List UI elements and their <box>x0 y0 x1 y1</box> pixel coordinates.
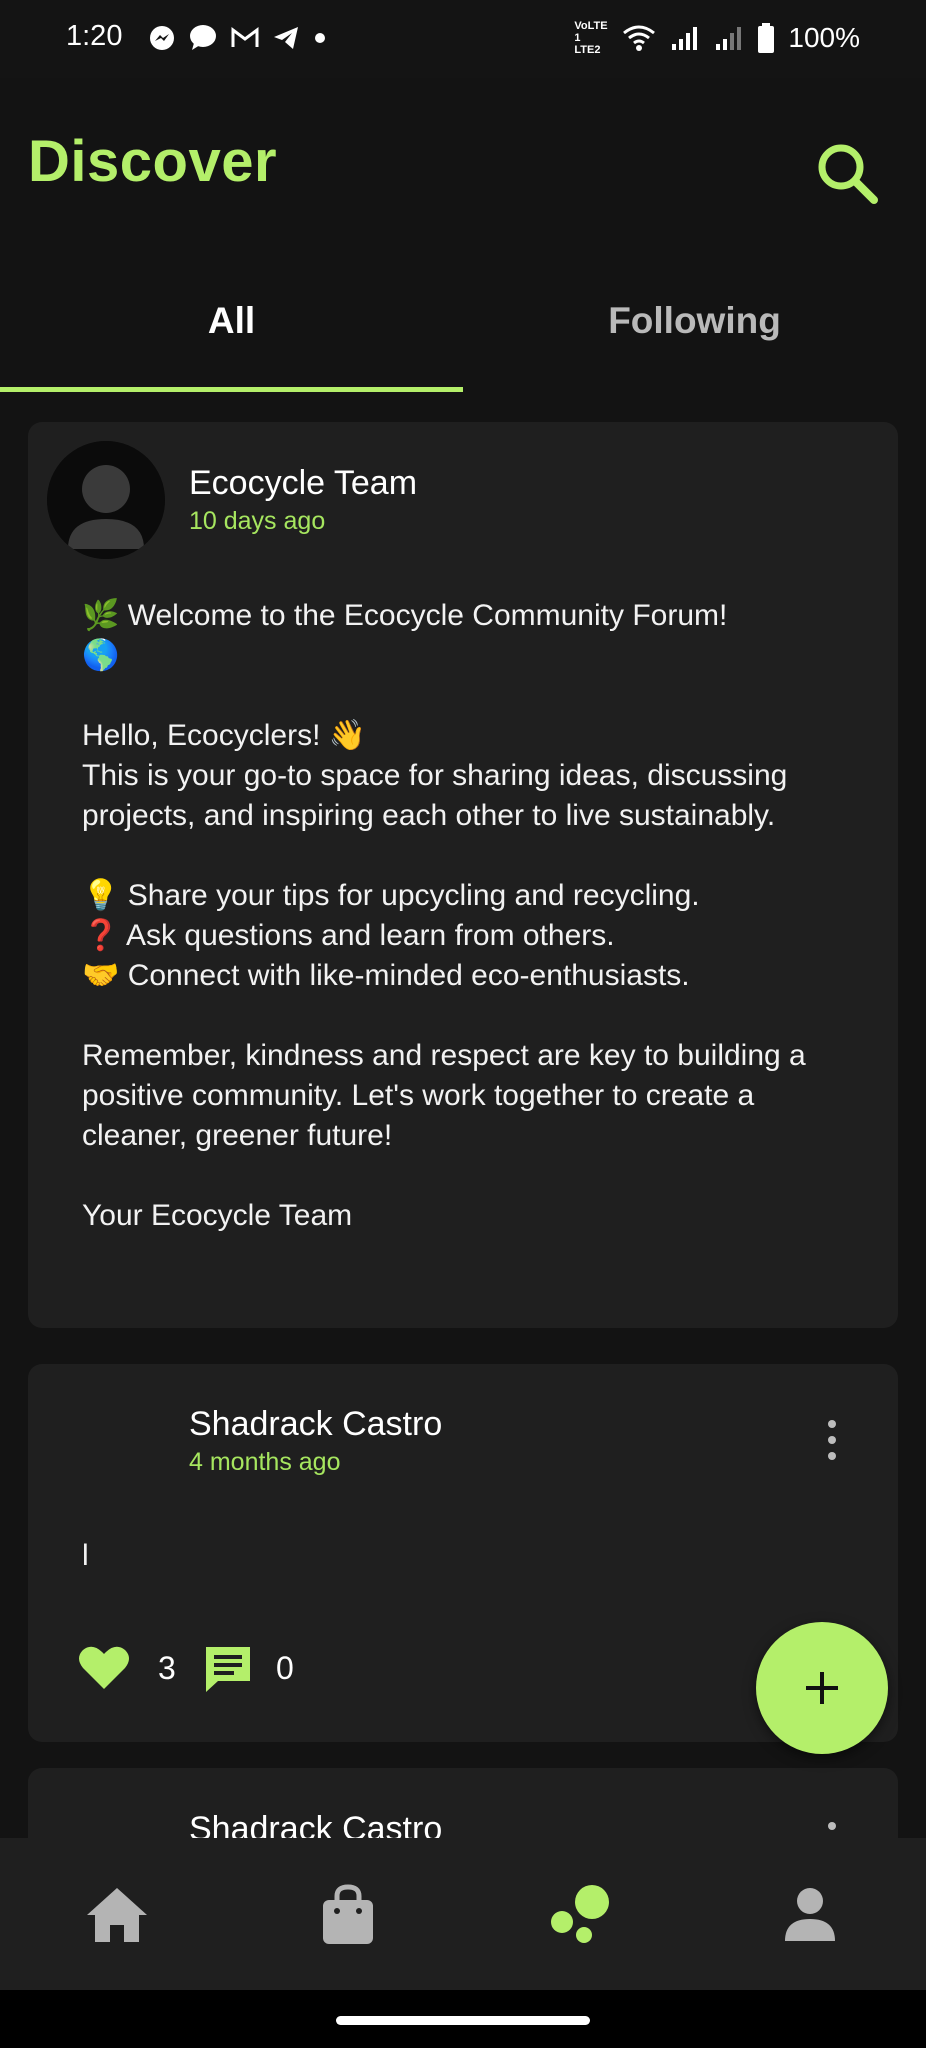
signal-strength-icon <box>672 27 698 50</box>
post-options-button[interactable] <box>812 1410 852 1470</box>
person-icon <box>785 1888 835 1941</box>
search-button[interactable] <box>812 138 882 208</box>
comment-button[interactable] <box>203 1644 253 1694</box>
status-time: 1:20 <box>66 20 123 52</box>
like-button[interactable] <box>78 1645 130 1691</box>
gmail-icon <box>231 27 259 47</box>
heart-icon <box>79 1646 129 1689</box>
battery-percentage: 100% <box>788 22 860 53</box>
shopping-bag-icon <box>323 1884 373 1944</box>
messenger-icon <box>150 26 174 50</box>
comment-count: 0 <box>276 1650 294 1686</box>
status-indicators: VoLTE 1 LTE2 100% <box>574 18 860 58</box>
status-notifications <box>148 18 328 58</box>
more-vertical-icon <box>828 1420 836 1460</box>
nav-shop[interactable] <box>313 1880 383 1950</box>
tab-all[interactable]: All <box>0 300 463 342</box>
telegram-icon <box>274 27 298 49</box>
tab-following[interactable]: Following <box>463 300 926 342</box>
post-author[interactable]: Ecocycle Team <box>189 464 417 503</box>
post-body: 🌿 Welcome to the Ecocycle Community Foru… <box>82 599 806 1232</box>
nav-community[interactable] <box>544 1880 614 1950</box>
battery-icon <box>758 23 775 53</box>
chat-bubble-icon <box>190 25 216 50</box>
tab-selected-indicator <box>0 387 463 392</box>
community-bubbles-icon <box>551 1885 609 1943</box>
volte-label: VoLTE 1 LTE2 <box>574 20 608 56</box>
nav-profile[interactable] <box>775 1880 845 1950</box>
post-timestamp: 10 days ago <box>189 507 326 535</box>
signal-strength-2-icon <box>716 27 742 50</box>
like-count: 3 <box>158 1650 176 1686</box>
page-title: Discover <box>28 129 278 194</box>
default-avatar-icon <box>47 441 165 559</box>
avatar[interactable] <box>47 441 165 559</box>
plus-icon <box>806 1672 838 1704</box>
post-timestamp: 4 months ago <box>189 1448 341 1476</box>
post-body: l <box>82 1539 89 1572</box>
comment-icon <box>206 1647 250 1692</box>
nav-home[interactable] <box>82 1880 152 1950</box>
create-post-button[interactable] <box>756 1622 888 1754</box>
search-icon <box>818 144 878 204</box>
home-icon <box>87 1888 147 1942</box>
more-notifications-dot-icon <box>315 33 325 43</box>
post-author[interactable]: Shadrack Castro <box>189 1405 442 1444</box>
wifi-icon <box>623 25 656 51</box>
home-gesture-handle[interactable] <box>336 2016 590 2025</box>
